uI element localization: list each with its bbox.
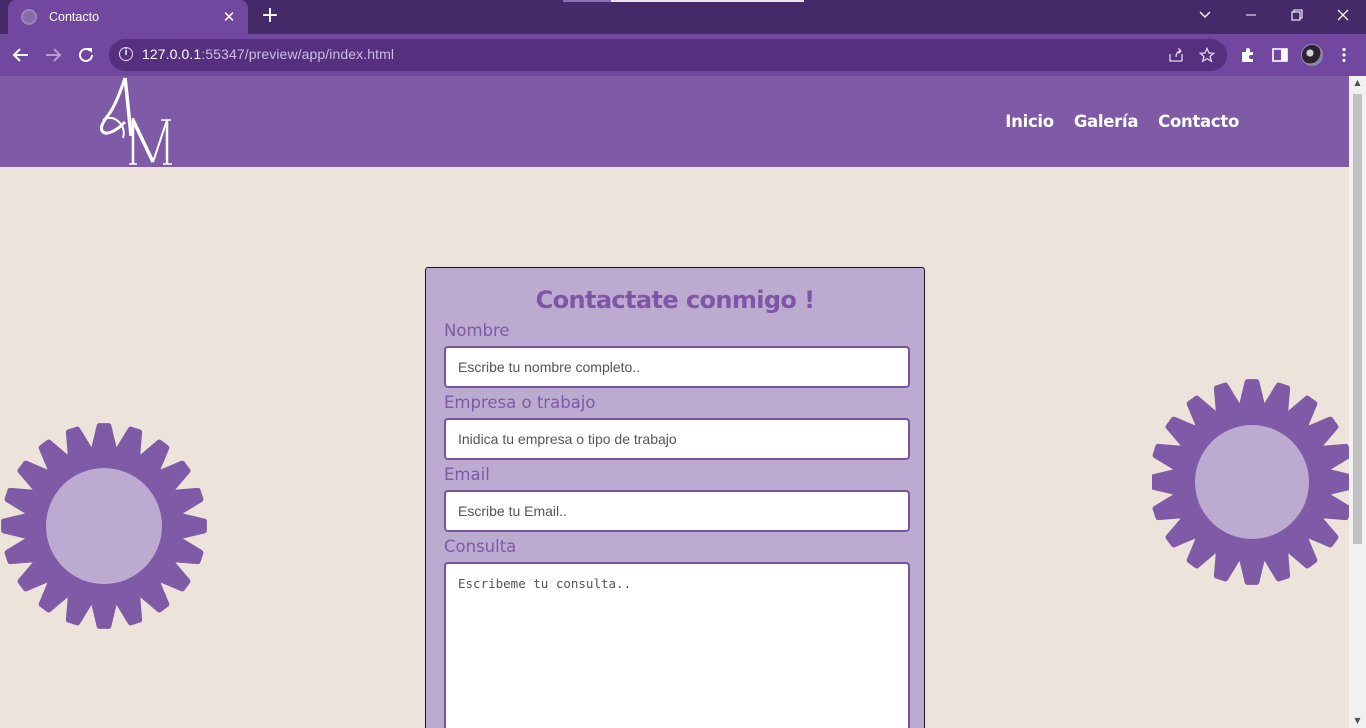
page-scrollbar[interactable]: ▲ ▼ [1349, 76, 1366, 728]
puzzle-icon[interactable] [1238, 45, 1258, 65]
tab-search-icon[interactable] [1182, 0, 1228, 30]
scroll-up-icon[interactable]: ▲ [1349, 76, 1366, 90]
address-bar[interactable]: i 127.0.0.1:55347/preview/app/index.html [109, 39, 1227, 71]
tab-strip: Contacto ✕ + [0, 0, 1366, 34]
query-label: Consulta [444, 537, 517, 556]
star-icon[interactable] [1198, 46, 1216, 64]
left-gear-decoration-icon [1, 423, 207, 629]
profile-avatar[interactable] [1301, 44, 1323, 66]
url-text: 127.0.0.1:55347/preview/app/index.html [142, 46, 395, 62]
arrow-left-icon[interactable] [8, 42, 34, 68]
share-icon[interactable] [1167, 46, 1185, 64]
close-tab-icon[interactable]: ✕ [220, 8, 238, 26]
query-textarea[interactable] [444, 562, 910, 728]
restore-icon[interactable] [1274, 0, 1320, 30]
gear-shape [1152, 379, 1349, 585]
company-input[interactable] [444, 418, 910, 460]
scrollbar-thumb[interactable] [1353, 94, 1362, 544]
browser-toolbar: i 127.0.0.1:55347/preview/app/index.html [0, 34, 1366, 76]
minimize-icon[interactable] [1228, 0, 1274, 30]
right-gear-decoration-icon [1152, 379, 1349, 585]
info-icon[interactable]: i [119, 47, 133, 61]
email-input[interactable] [444, 490, 910, 532]
reload-icon[interactable] [73, 42, 99, 68]
nav-link-galeria[interactable]: Galería [1074, 112, 1139, 131]
arrow-right-icon[interactable] [40, 42, 66, 68]
kebab-menu-icon[interactable] [1334, 45, 1354, 65]
browser-tab[interactable]: Contacto ✕ [8, 0, 248, 34]
contact-form: Contactate conmigo ! Nombre Empresa o tr… [425, 267, 925, 728]
name-input[interactable] [444, 346, 910, 388]
side-panel-icon[interactable] [1270, 45, 1290, 65]
close-window-icon[interactable] [1320, 0, 1366, 30]
main-nav: Inicio Galería Contacto [1005, 112, 1239, 131]
new-tab-icon[interactable]: + [259, 5, 281, 27]
nav-link-inicio[interactable]: Inicio [1005, 112, 1054, 131]
company-label: Empresa o trabajo [444, 393, 596, 412]
scroll-down-icon[interactable]: ▼ [1349, 714, 1366, 728]
tab-strip-highlight-light [611, 0, 804, 2]
globe-icon [21, 9, 37, 25]
nav-link-contacto[interactable]: Contacto [1158, 112, 1239, 131]
form-title: Contactate conmigo ! [535, 286, 815, 314]
name-label: Nombre [444, 321, 510, 340]
gear-center [46, 468, 162, 584]
page-viewport: Inicio Galería Contacto Contactate conmi… [0, 76, 1349, 728]
logo-monogram-icon[interactable] [95, 76, 179, 167]
email-label: Email [444, 465, 490, 484]
gear-shape [1, 423, 207, 629]
gear-center [1195, 425, 1309, 539]
site-header: Inicio Galería Contacto [0, 76, 1349, 167]
tab-title: Contacto [49, 10, 100, 24]
